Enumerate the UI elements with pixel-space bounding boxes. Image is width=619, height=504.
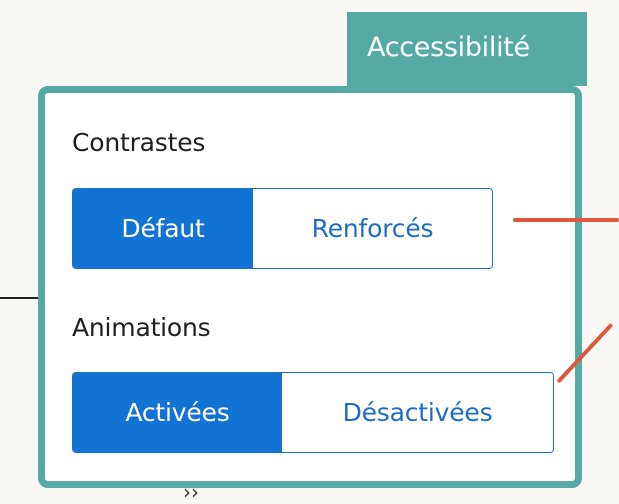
annotation-line-contrast bbox=[513, 218, 619, 222]
accessibility-panel: Contrastes Défaut Renforcés Animations A… bbox=[38, 86, 582, 488]
accessibility-tab[interactable]: Accessibilité bbox=[347, 12, 587, 86]
animations-option-enabled[interactable]: Activées bbox=[73, 373, 282, 452]
contrast-option-default[interactable]: Défaut bbox=[73, 189, 253, 268]
contrast-toggle-group: Défaut Renforcés bbox=[72, 188, 493, 269]
animations-label: Animations bbox=[72, 313, 211, 342]
contrast-label: Contrastes bbox=[72, 128, 206, 157]
accessibility-tab-label: Accessibilité bbox=[367, 32, 530, 63]
animations-toggle-group: Activées Désactivées bbox=[72, 372, 554, 453]
contrast-option-enhanced[interactable]: Renforcés bbox=[253, 189, 492, 268]
animations-option-disabled[interactable]: Désactivées bbox=[282, 373, 553, 452]
background-divider-line bbox=[0, 297, 40, 299]
